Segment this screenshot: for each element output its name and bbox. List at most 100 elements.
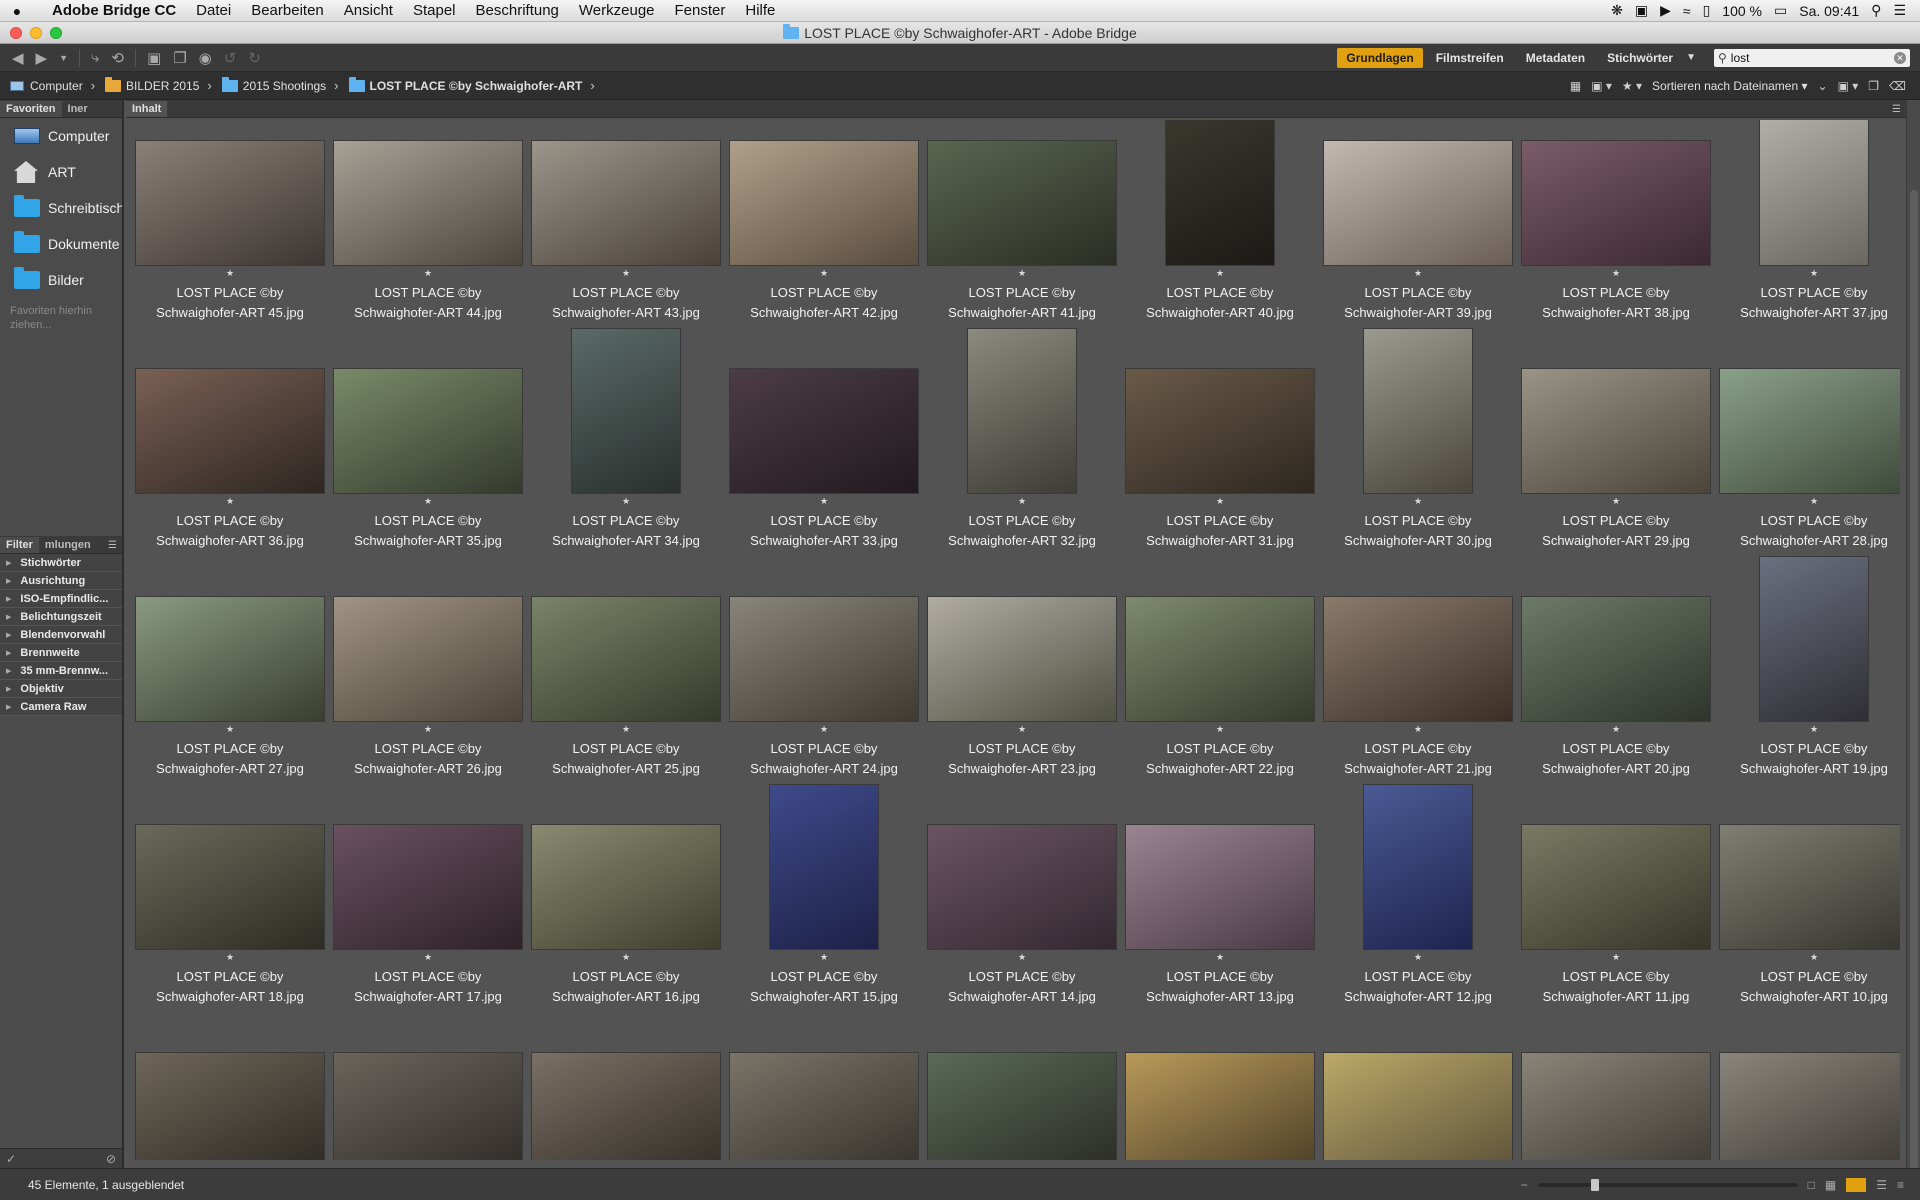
filter-belichtungszeit[interactable]: ▶ Belichtungszeit — [0, 608, 122, 626]
rating-star-icon[interactable]: ★ — [132, 268, 328, 279]
thumbnail-image-area[interactable] — [330, 556, 526, 722]
thumbnail-item[interactable]: ★ LOST PLACE ©by Schwaighofer-ART 35.jpg — [330, 328, 526, 556]
rating-star-icon[interactable]: ★ — [330, 268, 526, 279]
rating-star-icon[interactable]: ★ — [924, 496, 1120, 507]
menu-werkzeuge[interactable]: Werkzeuge — [569, 2, 665, 19]
thumbnail-image[interactable] — [1125, 824, 1315, 950]
thumbnail-item[interactable]: ★ LOST PLACE ©by Schwaighofer-ART 45.jpg — [132, 120, 328, 328]
thumbnail-image[interactable] — [135, 368, 325, 494]
boomerang-icon[interactable]: ⤷ — [85, 49, 105, 66]
apple-logo-icon[interactable]: ● — [0, 3, 34, 19]
thumbnail-item[interactable]: ★ LOST PLACE ©by Schwaighofer-ART 20.jpg — [1518, 556, 1714, 784]
thumbnail-image[interactable] — [1125, 596, 1315, 722]
workspace-filmstreifen[interactable]: Filmstreifen — [1427, 48, 1513, 68]
scrollbar-thumb[interactable] — [1910, 190, 1918, 1190]
thumbnail-item[interactable]: ★ LOST PLACE ©by Schwaighofer-ART 19.jpg — [1716, 556, 1900, 784]
open-recent-icon[interactable]: ▣ ▾ — [1838, 79, 1859, 93]
rating-star-icon[interactable]: ★ — [924, 268, 1120, 279]
thumbnail-image-area[interactable] — [924, 120, 1120, 266]
thumbnail-image[interactable] — [531, 140, 721, 266]
volume-icon[interactable]: ▶ — [1660, 2, 1671, 19]
tab-sammlungen[interactable]: mlungen — [39, 537, 97, 553]
rating-star-icon[interactable]: ★ — [528, 496, 724, 507]
thumbnail-image-area[interactable] — [528, 1012, 724, 1160]
thumbnail-image-area[interactable] — [726, 1012, 922, 1160]
bluetooth-icon[interactable]: ▯ — [1703, 2, 1711, 19]
thumbnail-item[interactable]: ★LOST PLACE ©by Schwaighofer-ART 09.jpg — [132, 1012, 328, 1160]
workspace-grundlagen[interactable]: Grundlagen — [1337, 47, 1423, 68]
tab-ordner[interactable]: Iner — [62, 101, 94, 117]
filter-objektiv[interactable]: ▶ Objektiv — [0, 680, 122, 698]
rating-star-icon[interactable]: ★ — [1716, 724, 1900, 735]
filter-camera-raw[interactable]: ▶ Camera Raw — [0, 698, 122, 716]
thumbnail-image[interactable] — [1165, 120, 1275, 266]
thumbnail-image-area[interactable] — [726, 784, 922, 950]
thumbnail-image-area[interactable] — [330, 328, 526, 494]
thumbnail-image[interactable] — [531, 824, 721, 950]
filter-35mm-brennweite[interactable]: ▶ 35 mm-Brennw... — [0, 662, 122, 680]
rating-star-icon[interactable]: ★ — [1716, 496, 1900, 507]
thumbnail-item[interactable]: ★ LOST PLACE ©by Schwaighofer-ART 42.jpg — [726, 120, 922, 328]
thumbnail-image[interactable] — [1719, 1052, 1900, 1160]
thumbnail-image[interactable] — [1521, 140, 1711, 266]
history-dropdown-icon[interactable]: ▼ — [53, 53, 74, 63]
thumbnail-image[interactable] — [333, 596, 523, 722]
rating-star-icon[interactable]: ★ — [1320, 724, 1516, 735]
thumbnail-item[interactable]: ★LOST PLACE ©by Schwaighofer-ART 08.jpg — [330, 1012, 526, 1160]
thumbnail-image-area[interactable] — [1122, 328, 1318, 494]
workspace-metadaten[interactable]: Metadaten — [1517, 48, 1594, 68]
thumbnail-image[interactable] — [333, 140, 523, 266]
workspace-stichwoerter[interactable]: Stichwörter — [1598, 48, 1682, 68]
thumbnail-image[interactable] — [1521, 824, 1711, 950]
thumbnail-item[interactable]: ★ LOST PLACE ©by Schwaighofer-ART 36.jpg — [132, 328, 328, 556]
thumbnail-image-area[interactable] — [1320, 120, 1516, 266]
thumbnail-image[interactable] — [729, 368, 919, 494]
thumbnail-image[interactable] — [1323, 596, 1513, 722]
rating-star-icon[interactable]: ★ — [1320, 268, 1516, 279]
thumbnail-image[interactable] — [769, 784, 879, 950]
menu-app-name[interactable]: Adobe Bridge CC — [34, 2, 186, 19]
rating-star-icon[interactable]: ★ — [528, 724, 724, 735]
thumbnail-item[interactable]: ★ LOST PLACE ©by Schwaighofer-ART 29.jpg — [1518, 328, 1714, 556]
thumbnail-item[interactable]: ★ LOST PLACE ©by Schwaighofer-ART 44.jpg — [330, 120, 526, 328]
rating-star-icon[interactable]: ★ — [1320, 496, 1516, 507]
thumbnail-item[interactable]: ★ LOST PLACE ©by Schwaighofer-ART 16.jpg — [528, 784, 724, 1012]
rating-star-icon[interactable]: ★ — [726, 496, 922, 507]
breadcrumb-bilder-2015[interactable]: BILDER 2015 — [95, 76, 199, 93]
thumbnail-image-area[interactable] — [726, 556, 922, 722]
delete-icon[interactable]: ⌫ — [1889, 79, 1906, 93]
thumbnail-item[interactable]: ★LOST PLACE ©by Schwaighofer-ART 01.jpg — [1716, 1012, 1900, 1160]
view-list-button[interactable]: ≡ — [1897, 1178, 1904, 1192]
rating-star-icon[interactable]: ★ — [1320, 952, 1516, 963]
thumbnail-image[interactable] — [729, 1052, 919, 1160]
thumbnail-image[interactable] — [333, 368, 523, 494]
filter-ausrichtung[interactable]: ▶ Ausrichtung — [0, 572, 122, 590]
thumbnail-item[interactable]: ★ LOST PLACE ©by Schwaighofer-ART 27.jpg — [132, 556, 328, 784]
thumbnail-image-area[interactable] — [1716, 1012, 1900, 1160]
thumbnail-image[interactable] — [1323, 1052, 1513, 1160]
thumbnail-image-area[interactable] — [924, 556, 1120, 722]
filter-iso[interactable]: ▶ ISO-Empfindlic... — [0, 590, 122, 608]
thumbnail-image-area[interactable] — [726, 120, 922, 266]
tab-inhalt[interactable]: Inhalt — [126, 101, 168, 117]
rotate-right-icon[interactable]: ↻ — [242, 49, 267, 67]
thumbnail-item[interactable]: ★ LOST PLACE ©by Schwaighofer-ART 30.jpg — [1320, 328, 1516, 556]
thumbnail-options-icon[interactable]: ▣ ▾ — [1591, 79, 1612, 93]
filter-blendenvorwahl[interactable]: ▶ Blendenvorwahl — [0, 626, 122, 644]
thumbnail-image[interactable] — [927, 140, 1117, 266]
thumbnail-image-area[interactable] — [1518, 1012, 1714, 1160]
thumbnail-image[interactable] — [927, 1052, 1117, 1160]
wifi-icon[interactable]: ≈ — [1683, 3, 1691, 19]
thumbnail-item[interactable]: ★ LOST PLACE ©by Schwaighofer-ART 10.jpg — [1716, 784, 1900, 1012]
sort-dropdown[interactable]: Sortieren nach Dateinamen ▾ — [1652, 79, 1807, 93]
rating-star-icon[interactable]: ★ — [132, 496, 328, 507]
new-folder-icon[interactable]: ❐ — [1868, 79, 1879, 93]
spotlight-search-icon[interactable]: ⚲ — [1871, 2, 1881, 19]
thumbnail-image-area[interactable] — [1320, 1012, 1516, 1160]
thumbnail-item[interactable]: ★ LOST PLACE ©by Schwaighofer-ART 22.jpg — [1122, 556, 1318, 784]
favorite-computer[interactable]: Computer — [0, 118, 122, 154]
favorite-schreibtisch[interactable]: Schreibtisch — [0, 190, 122, 226]
panel-menu-icon[interactable]: ☰ — [1887, 104, 1906, 117]
rating-star-icon[interactable]: ★ — [924, 952, 1120, 963]
reveal-recent-icon[interactable]: ⟲ — [105, 49, 130, 67]
